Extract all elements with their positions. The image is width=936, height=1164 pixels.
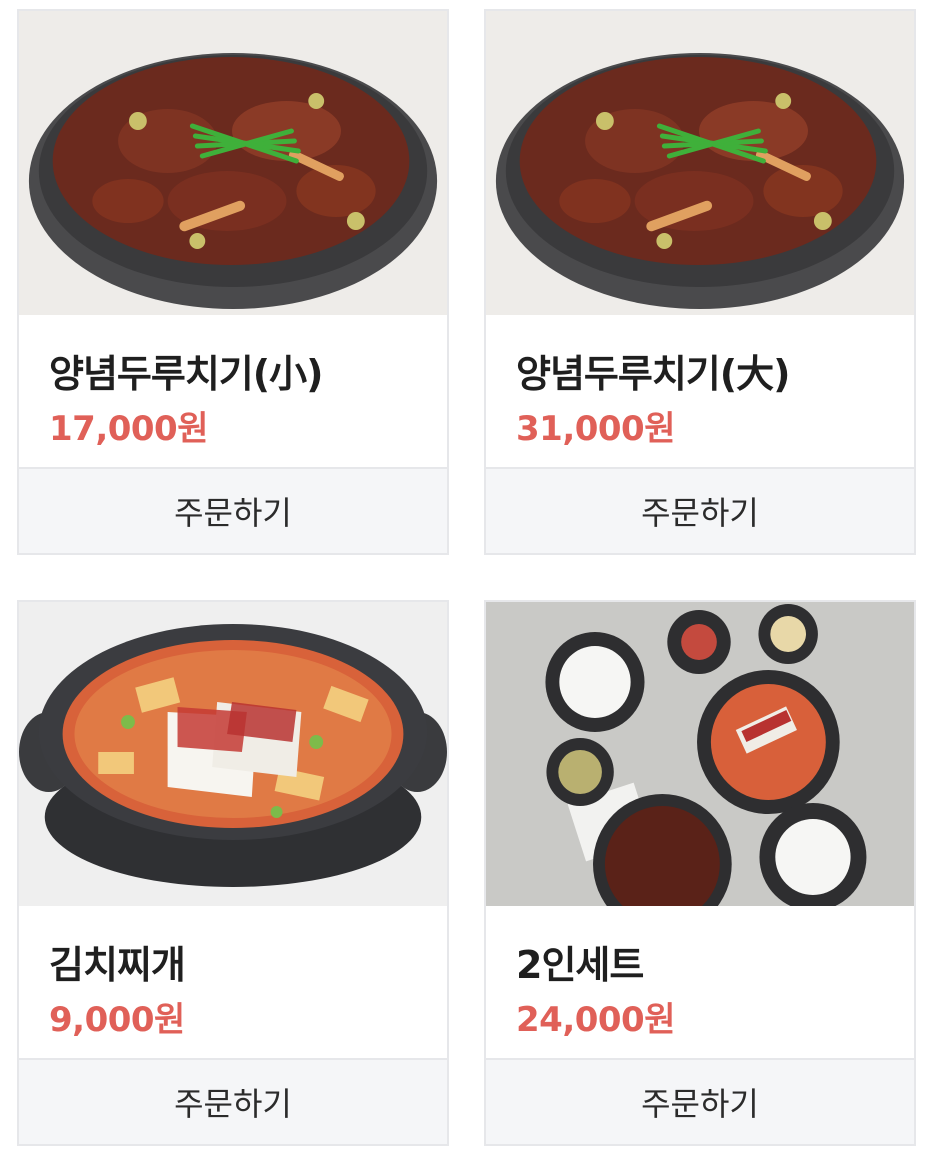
menu-item-name: 양념두루치기(小): [49, 352, 323, 396]
order-button[interactable]: 주문하기: [486, 1058, 914, 1144]
spicy-pork-photo[interactable]: [19, 11, 447, 315]
menu-item-name: 김치찌개: [49, 943, 186, 987]
order-button[interactable]: 주문하기: [486, 467, 914, 553]
menu-card[interactable]: 김치찌개 9,000원 주문하기: [17, 600, 449, 1146]
kimchi-stew-photo[interactable]: [19, 602, 447, 906]
menu-item-price: 17,000원: [49, 409, 208, 449]
spicy-pork-photo[interactable]: [486, 11, 914, 315]
menu-item-name: 2인세트: [516, 943, 644, 987]
menu-card[interactable]: 양념두루치기(大) 31,000원 주문하기: [484, 9, 916, 555]
menu-card[interactable]: 2인세트 24,000원 주문하기: [484, 600, 916, 1146]
menu-item-price: 24,000원: [516, 1000, 675, 1040]
order-button[interactable]: 주문하기: [19, 1058, 447, 1144]
menu-item-price: 31,000원: [516, 409, 675, 449]
menu-card[interactable]: 양념두루치기(小) 17,000원 주문하기: [17, 9, 449, 555]
order-button[interactable]: 주문하기: [19, 467, 447, 553]
menu-grid: 양념두루치기(小) 17,000원 주문하기 양념두루치기(大) 31,000원…: [0, 0, 936, 1164]
menu-item-price: 9,000원: [49, 1000, 185, 1040]
set-meal-photo[interactable]: [486, 602, 914, 906]
menu-item-name: 양념두루치기(大): [516, 352, 790, 396]
